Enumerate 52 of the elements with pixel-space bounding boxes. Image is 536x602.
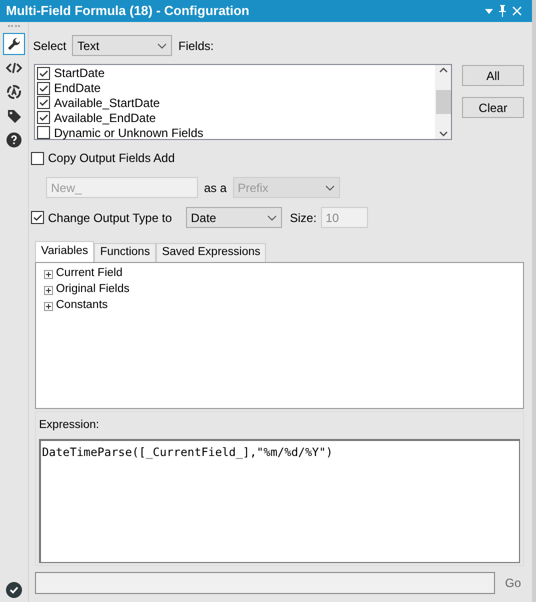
- dropdown[interactable]: Date: [186, 207, 282, 228]
- tree-item[interactable]: Current Field: [56, 265, 122, 283]
- checkbox[interactable]: [31, 211, 44, 224]
- action-button[interactable]: All: [462, 65, 524, 86]
- expression-label: Expression:: [39, 418, 100, 433]
- fields-label: Fields:: [178, 38, 214, 54]
- tag-icon: [6, 108, 22, 124]
- target-icon: [6, 84, 22, 100]
- window-title: Multi-Field Formula (18) - Configuration: [6, 2, 250, 20]
- code-icon: [6, 60, 22, 76]
- expand-icon[interactable]: [44, 270, 53, 278]
- go-button[interactable]: Go: [504, 574, 524, 592]
- checkbox[interactable]: [37, 82, 50, 95]
- select-label: Select: [33, 38, 66, 54]
- expand-icon[interactable]: [44, 286, 53, 294]
- checkbox[interactable]: [37, 66, 50, 80]
- scrollbar[interactable]: [435, 65, 451, 139]
- chevron-down-icon: [324, 184, 335, 190]
- field-name: Dynamic or Unknown Fields: [54, 126, 204, 139]
- checkbox[interactable]: [37, 126, 50, 140]
- checkbox[interactable]: [37, 96, 50, 110]
- expression-editor[interactable]: DateTimeParse([_CurrentField_],"%m/%d/%Y"): [39, 439, 520, 563]
- field-name: Available_StartDate: [54, 96, 160, 109]
- size-label: Size:: [290, 210, 317, 226]
- check-circle-icon: [6, 582, 22, 598]
- action-button[interactable]: Clear: [462, 97, 524, 118]
- tab[interactable]: Saved Expressions: [156, 243, 266, 262]
- tree-item[interactable]: Constants: [56, 297, 108, 315]
- checkbox-label: Copy Output Fields Add: [48, 150, 175, 167]
- field-name: EndDate: [54, 82, 101, 94]
- pin-icon[interactable]: [498, 5, 507, 17]
- sidebar-tab[interactable]: [3, 33, 25, 55]
- tree-item[interactable]: Original Fields: [56, 281, 130, 299]
- tab[interactable]: Functions: [94, 243, 156, 262]
- checkbox[interactable]: [37, 111, 50, 124]
- help-icon: [6, 132, 22, 148]
- wrench-icon: [6, 36, 22, 52]
- field-name: Available_EndDate: [54, 112, 156, 124]
- field-name: StartDate: [54, 67, 105, 80]
- as-label: as a: [204, 180, 227, 196]
- checkbox[interactable]: [31, 152, 44, 164]
- dropdown[interactable]: Text: [72, 35, 172, 56]
- expand-icon[interactable]: [44, 302, 53, 310]
- close-icon[interactable]: [512, 6, 522, 16]
- tab[interactable]: Variables: [35, 241, 94, 262]
- checkbox-label: Change Output Type to: [48, 210, 172, 226]
- chevron-down-icon: [266, 214, 277, 220]
- dropdown-arrow-icon[interactable]: [485, 8, 493, 14]
- scroll-up-icon[interactable]: [438, 67, 448, 73]
- test-input-field[interactable]: [35, 572, 495, 594]
- scroll-down-icon[interactable]: [438, 131, 448, 137]
- chevron-down-icon: [157, 42, 168, 48]
